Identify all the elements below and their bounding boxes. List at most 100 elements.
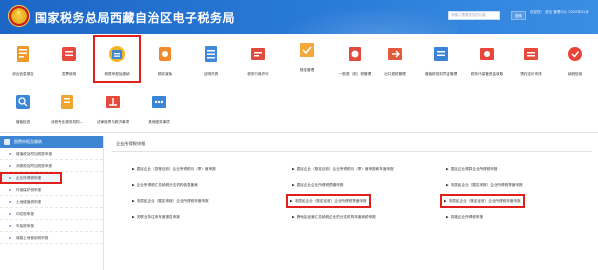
tile-tax-agency[interactable]: 涉税专业服务机构...	[44, 84, 90, 130]
link-resident-assessed-quarterly-annual[interactable]: ▶ 居民企业（核定征收）企业所得税月（季）度申报和年度申报	[292, 164, 394, 174]
arrow-right-icon: ▶	[292, 183, 295, 187]
tile-label: 税务代保管资金收取	[470, 72, 504, 76]
license-icon	[251, 48, 265, 60]
voucher-icon	[434, 47, 448, 61]
sidebar-item-corporate-income-tax[interactable]: 企业所得税申报	[0, 172, 62, 184]
sidebar-item-label: 增值税及附加税费申报	[16, 152, 52, 156]
bullet-icon	[9, 225, 11, 227]
sidebar-item-land-appreciation-tax[interactable]: 土地增值税申报	[0, 196, 103, 208]
tile-export-refund[interactable]: 出口退税管理	[372, 36, 418, 82]
link-label: 居民企业清算企业所得税申报	[450, 167, 498, 171]
tile-tax-credit[interactable]: 纳税信用	[552, 36, 598, 82]
sidebar-item-label: 车船税申报	[16, 224, 34, 228]
tile-label: 增值检查	[15, 120, 31, 124]
arrow-right-icon: ▶	[446, 167, 449, 171]
link-nonresident-assessed-annual[interactable]: ▶ 非居民企业（核定征收）企业所得税年度申报	[440, 194, 525, 208]
other-services-icon	[152, 96, 166, 108]
approval-icon	[300, 43, 314, 57]
tile-invoice[interactable]: 发票使用	[46, 36, 92, 82]
tile-label: 发票使用	[61, 72, 77, 76]
arrow-right-icon: ▶	[132, 183, 135, 187]
sidebar-item-label: 消费税及附加税费申报	[16, 164, 52, 168]
main-panel: 企业所得税申报 ▶ 居民企业（查账征收）企业所得税月（季）度申报 ▶ 居民企业（核定…	[112, 136, 594, 270]
site-title: 国家税务总局西藏自治区电子税务局	[35, 11, 236, 25]
section-divider	[112, 151, 592, 152]
search-input[interactable]: 请输入需要查找的功能	[448, 11, 500, 20]
user-info[interactable]: 欢迎您！ 退出 管理中心 2020年01月	[530, 10, 596, 15]
legal-icon	[106, 96, 120, 108]
tile-approval[interactable]: 核定管理	[284, 32, 330, 78]
arrow-right-icon: ▶	[132, 167, 135, 171]
sidebar: 税费申报及缴纳 增值税及附加税费申报 消费税及附加税费申报 企业所得税申报 环境…	[0, 136, 104, 270]
tile-tax-return[interactable]: 税费申报及缴纳	[93, 35, 141, 83]
link-nonresident-assessed-quarterly[interactable]: ▶ 非居民企业（核定征收）企业所得税季度申报	[286, 194, 371, 208]
function-icon-grid: 综合信息报告 发票使用 税费申报及缴纳 税收减免 证明开具 税务行政许可 核定管…	[0, 35, 598, 132]
sidebar-item-label: 环境保护税申报	[16, 188, 42, 192]
tile-license[interactable]: 税务行政许可	[235, 36, 281, 82]
arrow-right-icon: ▶	[292, 215, 295, 219]
link-label: 居民企业（核定征收）企业所得税月（季）度申报和年度申报	[296, 167, 394, 171]
link-label: 居民企业企业所得税预缴申报	[296, 183, 344, 187]
tile-fund-custody[interactable]: 税务代保管资金收取	[464, 36, 510, 82]
arrow-right-icon: ▶	[446, 215, 449, 219]
search-button[interactable]: 搜索	[511, 11, 526, 20]
sidebar-item-urban-land-tax[interactable]: 城镇土地使用税申报	[0, 232, 103, 244]
link-resident-liquidation[interactable]: ▶ 居民企业清算企业所得税申报	[446, 164, 497, 174]
link-label: 居民企业（查账征收）企业所得税月（季）度申报	[136, 167, 216, 171]
arrow-right-icon: ▶	[446, 183, 449, 187]
link-nonresident-actual-annual[interactable]: ▶ 非居民企业（据实申报）企业所得税年度申报	[132, 196, 209, 206]
sidebar-header: 税费申报及缴纳	[0, 136, 103, 148]
sidebar-item-environment-tax[interactable]: 环境保护税申报	[0, 184, 103, 196]
tile-label: 税务行政许可	[247, 72, 269, 76]
tile-other-services[interactable]: 其他服务事项	[136, 84, 182, 130]
tile-advance-pricing[interactable]: 预约定价安排	[508, 36, 554, 82]
link-branch-filing[interactable]: ▶ 企业所得税汇总纳税分支机构信息备案	[132, 180, 198, 190]
sidebar-item-consumption-tax[interactable]: 消费税及附加税费申报	[0, 160, 103, 172]
inspection-icon	[16, 95, 30, 109]
link-cross-region-branch-annual[interactable]: ▶ 跨地区经营汇总纳税企业的分支机构年度纳税申报	[292, 212, 376, 222]
link-label: 非居民企业（核定征收）企业所得税年度申报	[448, 199, 521, 203]
bullet-icon	[9, 189, 11, 191]
sidebar-item-label: 印花税申报	[16, 212, 34, 216]
tile-vat-voucher[interactable]: 增值税抵扣凭证管理	[418, 36, 464, 82]
link-related-party-report[interactable]: ▶ 关联业务往来年度报告申报	[132, 212, 180, 222]
document-icon	[17, 46, 29, 62]
sidebar-header-label: 税费申报及缴纳	[14, 139, 42, 144]
link-label: 非居民企业（据实申报）企业所得税季度申报	[450, 183, 523, 187]
link-label: 企业所得税汇总纳税分支机构信息备案	[136, 183, 198, 187]
invoice-icon	[62, 47, 76, 61]
export-icon	[388, 48, 402, 60]
tile-label: 增值税抵扣凭证管理	[424, 72, 458, 76]
bullet-icon	[9, 201, 11, 203]
bullet-icon	[9, 165, 11, 167]
tile-label: 税费申报及缴纳	[104, 72, 130, 76]
sidebar-item-stamp-tax[interactable]: 印花税申报	[0, 208, 103, 220]
tile-tax-relief[interactable]: 税收减免	[142, 36, 188, 82]
sidebar-item-vehicle-tax[interactable]: 车船税申报	[0, 220, 103, 232]
divider	[0, 132, 598, 133]
tile-legal-remedy[interactable]: 法律追责与救济事项	[90, 84, 136, 130]
tile-inspection[interactable]: 增值检查	[0, 84, 46, 130]
arrow-right-icon: ▶	[132, 215, 135, 219]
header-bar: ★ 国家税务总局西藏自治区电子税务局 请输入需要查找的功能 搜索 欢迎您！ 退出…	[0, 0, 598, 34]
tile-label: 税收减免	[157, 72, 173, 76]
arrow-right-icon: ▶	[292, 167, 295, 171]
link-label: 非居民企业（据实申报）企业所得税年度申报	[136, 199, 209, 203]
tax-relief-icon	[159, 47, 171, 61]
bullet-icon	[9, 153, 11, 155]
agency-icon	[61, 95, 73, 109]
link-withholding-declaration[interactable]: ▶ 扣缴企业所得税申报	[446, 212, 483, 222]
link-resident-audit-quarterly[interactable]: ▶ 居民企业（查账征收）企业所得税月（季）度申报	[132, 164, 216, 174]
tile-certificate[interactable]: 证明开具	[188, 36, 234, 82]
sidebar-item-vat[interactable]: 增值税及附加税费申报	[0, 148, 103, 160]
arrow-right-icon: ▶	[132, 199, 135, 203]
tile-label: 涉税专业服务机构...	[50, 120, 84, 124]
pricing-icon	[524, 48, 538, 60]
link-nonresident-actual-quarterly[interactable]: ▶ 非居民企业（据实申报）企业所得税季度申报	[446, 180, 523, 190]
header-decoration	[258, 0, 458, 34]
tile-comprehensive-info[interactable]: 综合信息报告	[0, 36, 46, 82]
bullet-icon	[9, 213, 11, 215]
tile-label: 其他服务事项	[148, 120, 170, 124]
link-resident-prepayment[interactable]: ▶ 居民企业企业所得税预缴申报	[292, 180, 343, 190]
refund-icon	[349, 47, 361, 61]
